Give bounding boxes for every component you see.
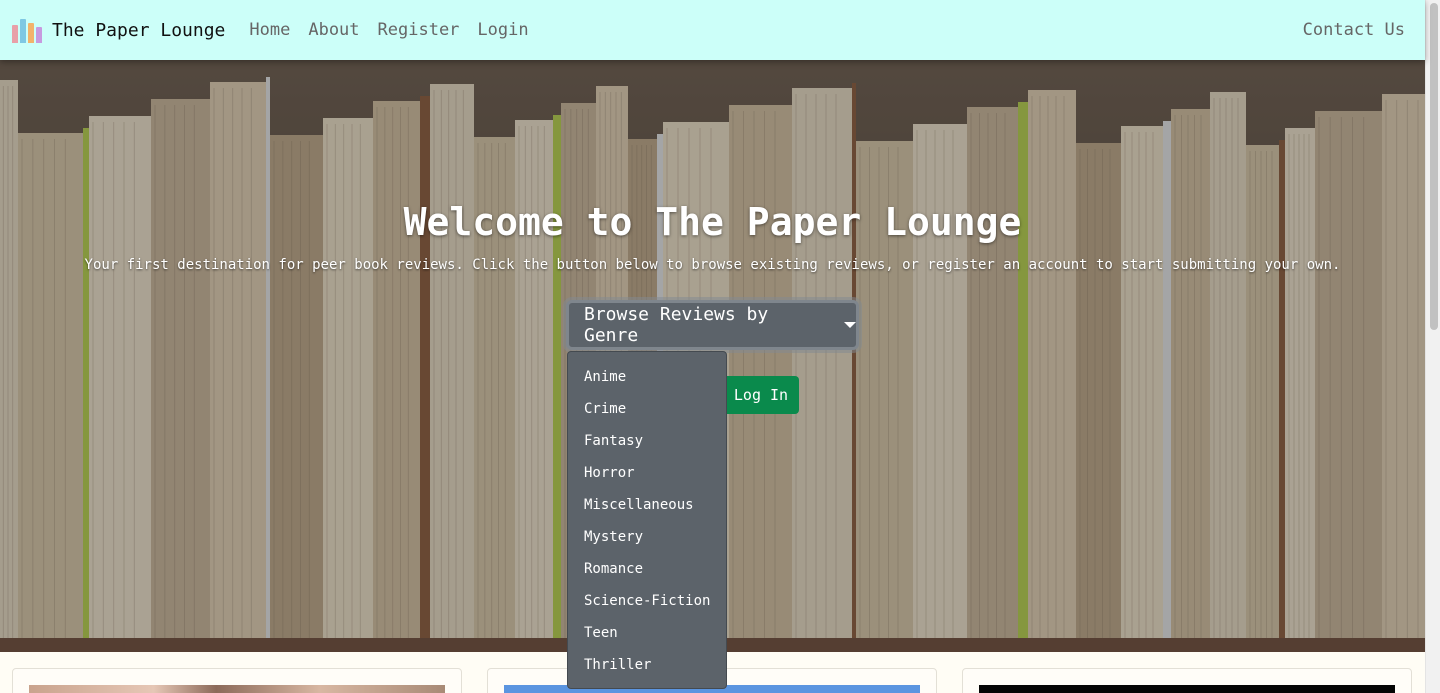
hero-subtitle: Your first destination for peer book rev… [84,257,1341,273]
genre-item-teen[interactable]: Teen [568,617,726,649]
scrollbar-thumb[interactable] [1430,3,1438,330]
genre-item-romance[interactable]: Romance [568,553,726,585]
nav-contact-us[interactable]: Contact Us [1303,20,1405,40]
nav-register[interactable]: Register [378,20,460,40]
books-icon [12,17,42,43]
log-in-button[interactable]: Log In [723,376,799,414]
nav-links: Home About Register Login [249,20,528,40]
card-image [29,685,445,693]
nav-login[interactable]: Login [477,20,528,40]
dropdown-label: Browse Reviews by Genre [584,304,769,346]
genre-dropdown-menu: Anime Crime Fantasy Horror Miscellaneous… [567,351,727,689]
caret-down-icon [844,322,856,328]
genre-item-fantasy[interactable]: Fantasy [568,425,726,457]
genre-item-crime[interactable]: Crime [568,393,726,425]
nav-home[interactable]: Home [249,20,290,40]
page-scrollbar[interactable] [1425,0,1440,693]
review-card[interactable] [962,668,1412,693]
genre-item-miscellaneous[interactable]: Miscellaneous [568,489,726,521]
genre-item-horror[interactable]: Horror [568,457,726,489]
genre-item-science-fiction[interactable]: Science-Fiction [568,585,726,617]
card-image [979,685,1395,693]
brand-name: The Paper Lounge [52,19,226,41]
brand[interactable]: The Paper Lounge [12,17,225,43]
navbar: The Paper Lounge Home About Register Log… [0,0,1425,60]
genre-item-thriller[interactable]: Thriller [568,649,726,681]
hero-title: Welcome to The Paper Lounge [403,200,1022,244]
nav-about[interactable]: About [308,20,359,40]
browse-genre-dropdown-button[interactable]: Browse Reviews by Genre [566,300,859,350]
review-card[interactable] [12,668,462,693]
genre-item-mystery[interactable]: Mystery [568,521,726,553]
genre-item-anime[interactable]: Anime [568,361,726,393]
